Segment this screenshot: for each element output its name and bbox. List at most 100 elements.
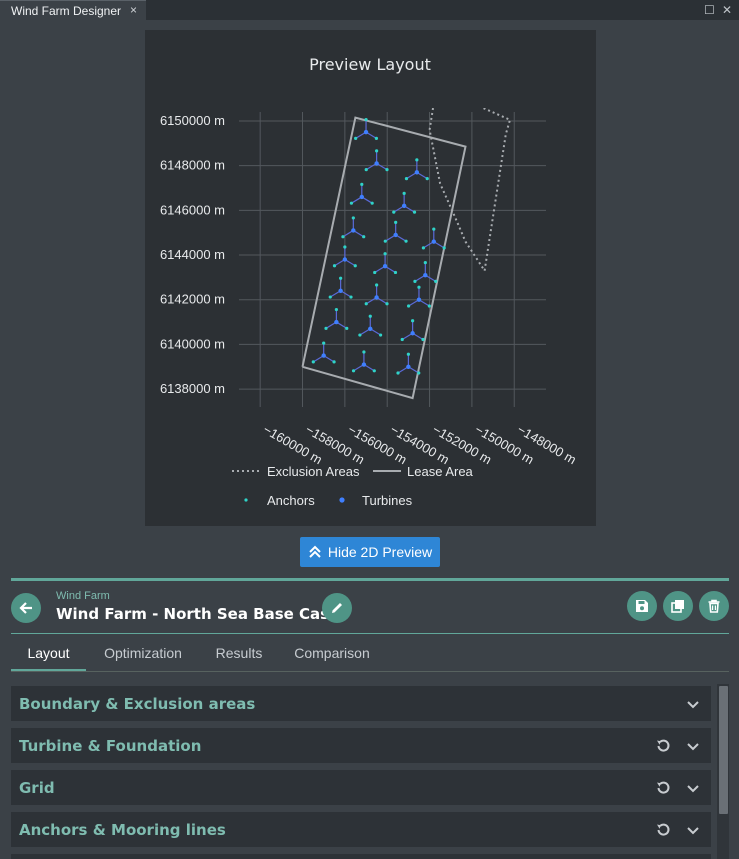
legend-label-exclusion: Exclusion Areas	[267, 464, 360, 479]
anchor-point	[332, 360, 336, 364]
turbine-point	[368, 326, 373, 331]
y-tick-label: 6146000 m	[160, 202, 225, 217]
tab-layout[interactable]: Layout	[11, 636, 86, 672]
section-title: Grid	[19, 779, 55, 797]
turbine-point	[363, 129, 369, 135]
anchor-point	[339, 276, 343, 280]
y-tick-label: 6148000 m	[160, 158, 225, 173]
document-tab[interactable]: Wind Farm Designer ×	[0, 0, 146, 20]
section-title: Boundary & Exclusion areas	[19, 695, 256, 713]
double-chevron-up-icon	[309, 545, 321, 558]
anchor-point	[411, 319, 415, 323]
anchor-point	[383, 239, 387, 243]
delete-button[interactable]	[699, 591, 729, 621]
anchor-point	[322, 341, 326, 345]
turbine-point	[338, 288, 343, 293]
view-tabs: Layout Optimization Results Comparison	[11, 636, 729, 672]
anchor-point	[406, 304, 411, 308]
anchor-point	[404, 239, 408, 243]
chevron-down-icon[interactable]	[684, 737, 702, 755]
header-divider	[11, 633, 729, 634]
turbine-point	[410, 331, 415, 336]
turbine-point	[359, 194, 364, 200]
turbine-point	[406, 364, 411, 369]
turbine-point	[361, 362, 367, 367]
section-boundary-exclusion[interactable]: Boundary & Exclusion areas	[11, 686, 711, 721]
anchor-point	[432, 227, 436, 231]
chart-shapes	[301, 108, 512, 400]
tab-results[interactable]: Results	[206, 636, 272, 672]
tab-layout-label: Layout	[27, 645, 70, 661]
anchor-point	[362, 350, 366, 354]
anchor-point	[349, 201, 354, 205]
tab-close-icon[interactable]: ×	[130, 3, 137, 17]
wind-farm-caption: Wind Farm	[56, 590, 110, 602]
anchor-point	[425, 176, 429, 181]
anchor-point	[379, 333, 383, 337]
y-tick-label: 6142000 m	[160, 292, 225, 307]
tab-comparison[interactable]: Comparison	[286, 636, 378, 672]
tab-results-label: Results	[215, 645, 263, 661]
scrollbar-thumb[interactable]	[719, 686, 728, 814]
anchor-point	[417, 371, 421, 375]
trash-icon	[708, 599, 720, 613]
anchor-point	[364, 168, 368, 172]
section-anchors-mooring[interactable]: Anchors & Mooring lines	[11, 812, 711, 847]
lease-area-outline	[301, 116, 467, 400]
section-next-partial[interactable]	[11, 854, 711, 859]
anchor-point	[442, 246, 446, 250]
anchor-point	[358, 333, 362, 337]
section-grid[interactable]: Grid	[11, 770, 711, 805]
anchor-point	[375, 283, 379, 287]
pencil-icon	[332, 603, 342, 613]
panel-top-divider	[11, 578, 729, 581]
reset-icon[interactable]	[654, 779, 672, 797]
chevron-down-icon[interactable]	[684, 779, 702, 797]
anchor-point	[311, 360, 315, 364]
anchor-point	[423, 261, 427, 265]
reset-icon[interactable]	[654, 821, 672, 839]
turbine-point	[414, 170, 420, 175]
anchor-point	[362, 235, 366, 239]
y-tick-label: 6140000 m	[160, 336, 225, 351]
turbine-point	[374, 161, 379, 166]
back-button[interactable]	[11, 593, 41, 623]
anchor-point	[393, 270, 398, 275]
anchor-point	[368, 314, 372, 318]
document-tab-strip: Wind Farm Designer × ☐ ✕	[0, 0, 739, 20]
anchor-point	[349, 295, 353, 299]
tab-optimization-label: Optimization	[104, 645, 182, 661]
chevron-down-icon[interactable]	[684, 695, 702, 713]
anchor-point	[392, 210, 396, 214]
edit-name-button[interactable]	[322, 593, 352, 623]
wind-farm-title: Wind Farm - North Sea Base Case	[56, 605, 340, 623]
anchor-point	[364, 117, 368, 122]
section-title: Turbine & Foundation	[19, 737, 202, 755]
close-window-icon[interactable]: ✕	[722, 3, 732, 17]
hide-2d-preview-button[interactable]: Hide 2D Preview	[300, 537, 440, 567]
tab-comparison-label: Comparison	[294, 645, 370, 661]
save-button[interactable]	[627, 591, 657, 621]
anchor-point	[415, 158, 419, 162]
document-tab-title: Wind Farm Designer	[11, 4, 122, 18]
turbine-point	[382, 264, 388, 269]
anchor-point	[334, 307, 338, 312]
anchor-point	[413, 279, 417, 284]
legend-swatch-anchors	[244, 498, 248, 502]
anchor-point	[373, 270, 377, 275]
anchor-point	[364, 302, 368, 306]
turbine-point	[374, 295, 379, 300]
turbine-point	[334, 319, 339, 325]
chevron-down-icon[interactable]	[684, 821, 702, 839]
anchor-point	[421, 246, 426, 250]
duplicate-button[interactable]	[663, 591, 693, 621]
restore-window-icon[interactable]: ☐	[704, 3, 715, 17]
section-turbine-foundation[interactable]: Turbine & Foundation	[11, 728, 711, 763]
reset-icon[interactable]	[654, 737, 672, 755]
anchor-point	[354, 136, 358, 140]
anchor-point	[374, 136, 379, 140]
anchor-point	[328, 295, 332, 299]
turbine-point	[393, 232, 398, 238]
y-tick-label: 6150000 m	[160, 113, 225, 128]
tab-optimization[interactable]: Optimization	[91, 636, 195, 672]
